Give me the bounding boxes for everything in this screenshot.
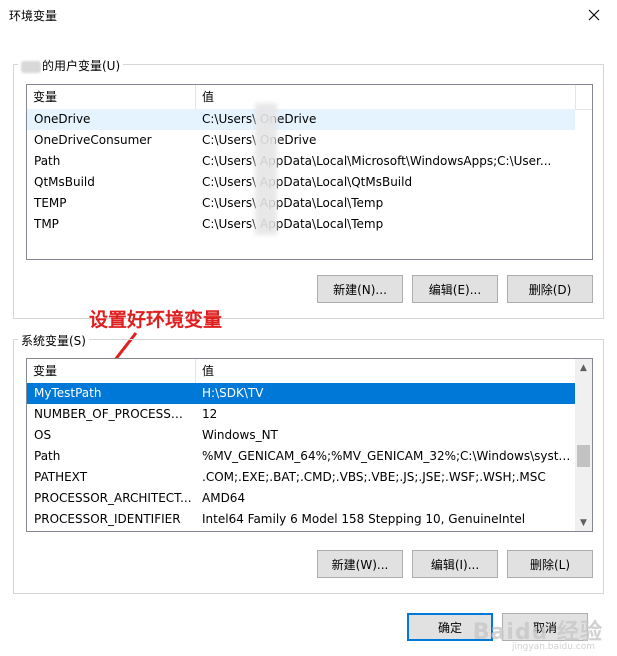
vertical-scrollbar[interactable]: ▲ ▼ — [575, 359, 592, 531]
variable-name: PROCESSOR_IDENTIFIER — [34, 512, 181, 526]
variable-name: OneDriveConsumer — [34, 133, 152, 147]
watermark-url: jingyan.baidu.com — [511, 642, 595, 652]
table-row[interactable]: NUMBER_OF_PROCESSORS 12 — [27, 404, 575, 425]
variable-value: .COM;.EXE;.BAT;.CMD;.VBS;.VBE;.JS;.JSE;.… — [202, 470, 546, 484]
window-title: 环境变量 — [9, 9, 58, 23]
table-row[interactable]: TEMP C:\Users\ AppData\Local\Temp — [27, 193, 575, 214]
variable-name: MyTestPath — [34, 386, 102, 400]
variable-name: Path — [34, 449, 61, 463]
close-button[interactable] — [571, 0, 617, 30]
redacted-username — [21, 60, 41, 73]
variable-name: NUMBER_OF_PROCESSORS — [34, 407, 192, 421]
column-header-variable[interactable]: 变量 — [27, 85, 195, 109]
user-variables-list[interactable]: 变量 值 OneDrive C:\Users\ OneDrive OneDriv… — [26, 84, 593, 260]
table-row[interactable]: OneDriveConsumer C:\Users\ OneDrive — [27, 130, 575, 151]
table-row-selected[interactable]: MyTestPath H:\SDK\TV — [27, 383, 575, 404]
user-new-button[interactable]: 新建(N)... — [317, 275, 403, 303]
variable-name: OS — [34, 428, 52, 442]
variable-value: %MV_GENICAM_64%;%MV_GENICAM_32%;C:\Windo… — [202, 449, 572, 463]
variable-name: PATHEXT — [34, 470, 88, 484]
table-row[interactable]: QtMsBuild C:\Users\ AppData\Local\QtMsBu… — [27, 172, 575, 193]
variable-value: H:\SDK\TV — [202, 386, 264, 400]
table-row[interactable]: PROCESSOR_IDENTIFIER Intel64 Family 6 Mo… — [27, 509, 575, 530]
system-variables-list[interactable]: 变量 值 MyTestPath H:\SDK\TV NUMBER_OF_PROC… — [26, 358, 593, 532]
table-row[interactable]: Path %MV_GENICAM_64%;%MV_GENICAM_32%;C:\… — [27, 446, 575, 467]
list-header: 变量 值 — [27, 85, 592, 110]
scroll-thumb[interactable] — [577, 445, 590, 467]
system-delete-button[interactable]: 删除(L) — [507, 550, 593, 578]
variable-name: Path — [34, 154, 61, 168]
variable-name: QtMsBuild — [34, 175, 95, 189]
table-row[interactable]: OneDrive C:\Users\ OneDrive — [27, 109, 575, 130]
variable-name: TEMP — [34, 196, 67, 210]
column-header-value[interactable]: 值 — [196, 359, 582, 383]
system-new-button[interactable]: 新建(W)... — [317, 550, 403, 578]
annotation-text: 设置好环境变量 — [89, 309, 223, 331]
title-bar: 环境变量 — [0, 0, 617, 30]
scroll-up-icon[interactable]: ▲ — [575, 359, 592, 376]
close-icon — [588, 9, 600, 21]
system-variables-label: 系统变量(S) — [18, 332, 89, 349]
variable-value: AMD64 — [202, 491, 246, 505]
table-row[interactable]: OS Windows_NT — [27, 425, 575, 446]
system-edit-button[interactable]: 编辑(I)... — [412, 550, 498, 578]
user-delete-button[interactable]: 删除(D) — [507, 275, 593, 303]
user-variables-label: 的用户变量(U) — [18, 57, 124, 74]
variable-value: 12 — [202, 407, 218, 421]
table-row[interactable]: TMP C:\Users\ AppData\Local\Temp — [27, 214, 575, 235]
table-row[interactable]: PROCESSOR_ARCHITECT... AMD64 — [27, 488, 575, 509]
variable-value: Windows_NT — [202, 428, 278, 442]
table-row[interactable]: PATHEXT .COM;.EXE;.BAT;.CMD;.VBS;.VBE;.J… — [27, 467, 575, 488]
redaction-blur — [255, 103, 277, 235]
column-header-value[interactable]: 值 — [196, 85, 582, 109]
user-edit-button[interactable]: 编辑(E)... — [412, 275, 498, 303]
variable-name: OneDrive — [34, 112, 91, 126]
variable-value: Intel64 Family 6 Model 158 Stepping 10, … — [202, 512, 526, 526]
variable-name: TMP — [34, 217, 59, 231]
column-header-variable[interactable]: 变量 — [27, 359, 195, 383]
table-row[interactable]: Path C:\Users\ AppData\Local\Microsoft\W… — [27, 151, 575, 172]
scroll-down-icon[interactable]: ▼ — [575, 514, 592, 531]
variable-name: PROCESSOR_ARCHITECT... — [34, 491, 192, 505]
list-header: 变量 值 — [27, 359, 592, 384]
